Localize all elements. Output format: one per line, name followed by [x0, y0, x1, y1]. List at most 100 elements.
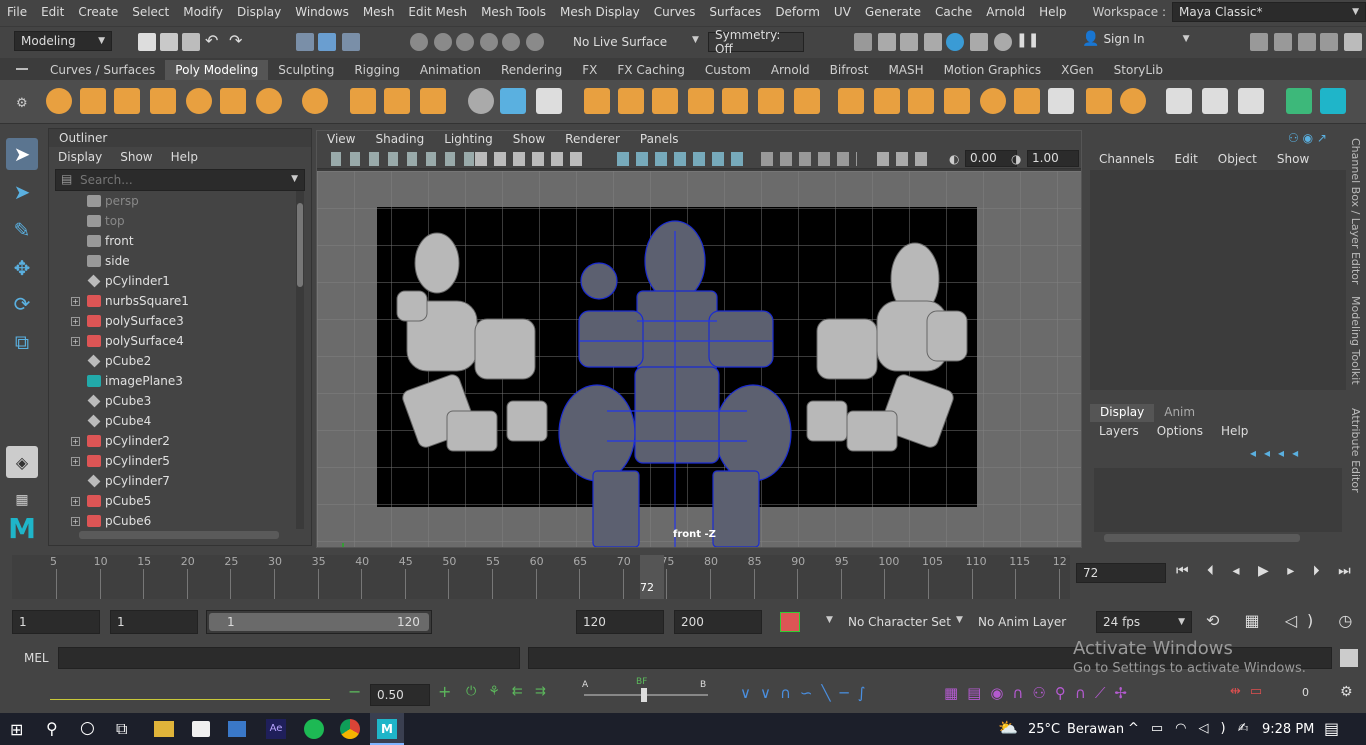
tray-icons[interactable]: ^▭◠◁)✍ — [1128, 721, 1260, 736]
after-effects-icon[interactable]: Ae — [266, 719, 286, 739]
menu-display[interactable]: Display — [230, 5, 288, 19]
shelf-cone-icon[interactable] — [150, 88, 176, 114]
shelf-collapse-icon[interactable] — [1048, 88, 1074, 114]
viewport-menu-show[interactable]: Show — [503, 131, 555, 149]
script-editor-icon[interactable] — [1340, 649, 1358, 667]
auto-key-icon[interactable] — [780, 612, 800, 632]
modeling-toolkit-icon[interactable] — [1250, 33, 1268, 51]
animation-start-field[interactable]: 1 — [12, 610, 100, 634]
shelf-target-weld-icon[interactable] — [944, 88, 970, 114]
paint-select-icon[interactable]: ✎ — [6, 214, 38, 246]
range-slider[interactable]: 1 120 — [206, 610, 432, 634]
outliner-search-input[interactable] — [80, 173, 270, 187]
shelf-teal-tool-icon[interactable] — [1320, 88, 1346, 114]
outliner-item[interactable]: pCube4 — [49, 411, 295, 431]
outliner-item[interactable]: + pCube6 — [49, 511, 295, 529]
shelf-tab-bifrost[interactable]: Bifrost — [820, 60, 879, 80]
menu-help[interactable]: Help — [1032, 5, 1073, 19]
live-surface-field[interactable]: No Live Surface — [566, 32, 684, 52]
layer-menu-help[interactable]: Help — [1221, 424, 1248, 438]
menu-curves[interactable]: Curves — [647, 5, 703, 19]
shelf-cylinder-icon[interactable] — [114, 88, 140, 114]
blend-slider-handle[interactable] — [641, 688, 647, 702]
shelf-extrude-icon[interactable] — [794, 88, 820, 114]
tool-settings-icon[interactable] — [1320, 33, 1338, 51]
playback-options-icons[interactable]: ⟲ ▦ ◁) ◷ ⚙ — [1206, 611, 1366, 630]
shelf-tab-fx-caching[interactable]: FX Caching — [607, 60, 694, 80]
shelf-green-tool-icon[interactable] — [1286, 88, 1312, 114]
channel-box-icons[interactable]: ⚇ ◉ ↗ — [1288, 131, 1327, 145]
search-icon[interactable]: ⚲ — [46, 719, 58, 738]
menu-surfaces[interactable]: Surfaces — [702, 5, 768, 19]
shelf-connect-icon[interactable] — [980, 88, 1006, 114]
layer-tab-display[interactable]: Display — [1090, 404, 1155, 422]
shelf-crease-icon[interactable] — [1238, 88, 1264, 114]
range-slider-handle[interactable]: 1 120 — [209, 613, 429, 631]
menu-select[interactable]: Select — [125, 5, 176, 19]
viewport-menu-shading[interactable]: Shading — [365, 131, 434, 149]
shelf-super-shape-icon[interactable] — [350, 88, 376, 114]
outliner-item[interactable]: pCylinder1 — [49, 271, 295, 291]
sign-in-button[interactable]: 👤 Sign In ▼ — [1082, 31, 1190, 47]
viewport-menu-panels[interactable]: Panels — [630, 131, 689, 149]
menu-deform[interactable]: Deform — [768, 5, 827, 19]
render-frame-icon[interactable] — [878, 33, 896, 51]
side-tab-modeling-toolkit[interactable]: Modeling Toolkit — [1349, 296, 1362, 385]
undo-icon[interactable]: ↶ — [205, 31, 218, 50]
shelf-combine-icon[interactable] — [584, 88, 610, 114]
outliner-item[interactable]: side — [49, 251, 295, 271]
tool-icons[interactable]: ⏻⚘⇇⇉ — [466, 684, 558, 699]
menu-arnold[interactable]: Arnold — [979, 5, 1032, 19]
expand-icon[interactable]: + — [71, 436, 80, 446]
file-explorer-icon[interactable] — [154, 721, 174, 737]
animation-end-field[interactable]: 200 — [674, 610, 762, 634]
expand-icon[interactable]: + — [71, 336, 80, 346]
spotify-icon[interactable] — [304, 719, 324, 739]
outliner-item[interactable]: top — [49, 211, 295, 231]
lighting-icons[interactable] — [761, 152, 857, 166]
time-slider-ticks[interactable]: 5 10 15 20 25 30 35 40 45 50 55 60 65 70 75 80 85 90 95 100… — [12, 555, 1070, 599]
anim-layer-label[interactable]: No Anim Layer — [978, 615, 1066, 629]
snap-point-icon[interactable] — [456, 33, 474, 51]
weather-text[interactable]: Berawan — [1067, 722, 1124, 737]
channel-box-menu-channels[interactable]: Channels — [1099, 152, 1155, 166]
playback-controls-icons[interactable]: ⏮ ⏴ ◂ ▶ ▸ ⏵ ⏭ — [1176, 563, 1358, 579]
shelf-menu-icon[interactable] — [16, 68, 28, 70]
side-tab-attribute-editor[interactable]: Attribute Editor — [1349, 408, 1362, 493]
shelf-quad-draw-icon[interactable] — [1166, 88, 1192, 114]
shelf-tab-poly-modeling[interactable]: Poly Modeling — [165, 60, 269, 80]
layer-buttons-icons[interactable]: ◂◂◂◂ — [1250, 446, 1306, 460]
windows-start-icon[interactable]: ⊞ — [10, 720, 23, 739]
select-object-icon[interactable] — [318, 33, 336, 51]
viewport-menu-view[interactable]: View — [317, 131, 365, 149]
notifications-icon[interactable]: ▤ — [1324, 719, 1339, 738]
shelf-tab-motion-graphics[interactable]: Motion Graphics — [934, 60, 1052, 80]
shelf-boolean-icon[interactable] — [722, 88, 748, 114]
playback-end-field[interactable]: 120 — [576, 610, 664, 634]
shelf-planar-map-icon[interactable] — [1120, 88, 1146, 114]
viewport-canvas[interactable] — [317, 171, 1081, 547]
grid-display-icons[interactable] — [475, 152, 587, 166]
plus-icon[interactable]: + — [438, 682, 451, 701]
pause-icon[interactable]: ❚❚ — [1016, 32, 1039, 48]
viewport-menu-renderer[interactable]: Renderer — [555, 131, 630, 149]
shelf-soft-select-icon[interactable] — [1202, 88, 1228, 114]
expand-icon[interactable]: + — [71, 496, 80, 506]
extra-tool-icons[interactable]: ⇹▭ — [1230, 684, 1271, 699]
shelf-text-icon[interactable] — [384, 88, 410, 114]
exposure-field[interactable]: 0.00 — [965, 150, 1017, 167]
shading-icons[interactable] — [617, 152, 747, 166]
open-scene-icon[interactable] — [160, 33, 178, 51]
attribute-editor-icon[interactable] — [1298, 33, 1316, 51]
channel-box-menu-object[interactable]: Object — [1218, 152, 1257, 166]
current-time-marker[interactable]: 72 — [640, 555, 664, 599]
shelf-separate-icon[interactable] — [618, 88, 644, 114]
gear-icon[interactable]: ⚙ — [16, 96, 28, 111]
clock[interactable]: 9:28 PM — [1262, 722, 1314, 737]
minus-icon[interactable]: − — [348, 682, 361, 701]
outliner-menu-help[interactable]: Help — [171, 150, 198, 164]
shelf-tab-rendering[interactable]: Rendering — [491, 60, 572, 80]
menu-edit[interactable]: Edit — [34, 5, 71, 19]
shelf-sculpt-icon[interactable] — [468, 88, 494, 114]
snap-live-icon[interactable] — [502, 33, 520, 51]
